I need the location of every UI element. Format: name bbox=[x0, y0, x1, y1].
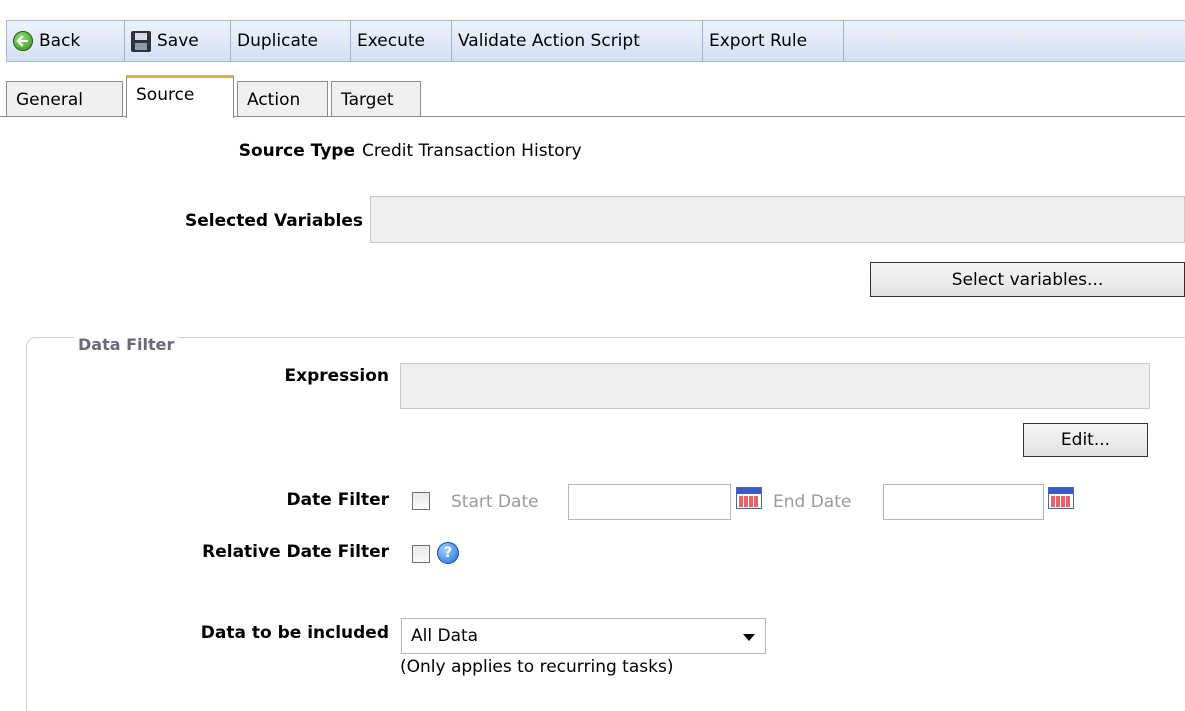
tab-general[interactable]: General bbox=[6, 81, 123, 117]
save-button[interactable]: Save bbox=[125, 21, 231, 61]
back-arrow-icon bbox=[13, 31, 33, 51]
relative-date-filter-label: Relative Date Filter bbox=[202, 542, 389, 562]
selected-variables-field bbox=[370, 196, 1185, 243]
edit-expression-button[interactable]: Edit... bbox=[1023, 423, 1148, 457]
execute-button[interactable]: Execute bbox=[351, 21, 452, 61]
back-button[interactable]: Back bbox=[7, 21, 125, 61]
back-label: Back bbox=[39, 31, 81, 51]
source-type-label: Source Type bbox=[238, 141, 355, 161]
tab-action[interactable]: Action bbox=[237, 81, 328, 117]
validate-action-script-button[interactable]: Validate Action Script bbox=[452, 21, 703, 61]
end-date-label: End Date bbox=[773, 492, 852, 512]
data-included-label: Data to be included bbox=[200, 623, 389, 643]
floppy-disk-icon bbox=[131, 30, 151, 52]
date-filter-label: Date Filter bbox=[286, 490, 389, 510]
relative-date-filter-checkbox[interactable] bbox=[412, 545, 430, 563]
selected-variables-label: Selected Variables bbox=[185, 211, 363, 231]
tab-bar: General Source Action Target bbox=[6, 75, 424, 118]
end-date-calendar-icon[interactable] bbox=[1048, 487, 1074, 509]
data-filter-legend: Data Filter bbox=[74, 335, 179, 354]
toolbar: Back Save Duplicate Execute Validate Act… bbox=[0, 0, 1185, 68]
tab-target[interactable]: Target bbox=[331, 81, 421, 117]
duplicate-button[interactable]: Duplicate bbox=[231, 21, 351, 61]
data-included-select[interactable]: All Data bbox=[401, 618, 766, 654]
date-filter-checkbox[interactable] bbox=[412, 492, 430, 510]
export-rule-button[interactable]: Export Rule bbox=[703, 21, 844, 61]
dropdown-arrow-icon bbox=[743, 634, 755, 641]
recurring-tasks-note: (Only applies to recurring tasks) bbox=[400, 657, 674, 677]
source-type-value: Credit Transaction History bbox=[362, 141, 582, 161]
start-date-calendar-icon[interactable] bbox=[736, 487, 762, 509]
expression-label: Expression bbox=[284, 366, 389, 386]
end-date-input[interactable] bbox=[883, 484, 1044, 520]
toolbar-strip: Back Save Duplicate Execute Validate Act… bbox=[6, 20, 1185, 62]
expression-field bbox=[400, 363, 1150, 409]
data-included-value: All Data bbox=[411, 626, 479, 646]
save-label: Save bbox=[157, 31, 199, 51]
select-variables-button[interactable]: Select variables... bbox=[870, 262, 1185, 297]
start-date-label: Start Date bbox=[451, 492, 539, 512]
tab-source[interactable]: Source bbox=[126, 75, 234, 118]
start-date-input[interactable] bbox=[568, 484, 731, 520]
help-icon[interactable]: ? bbox=[437, 542, 459, 564]
